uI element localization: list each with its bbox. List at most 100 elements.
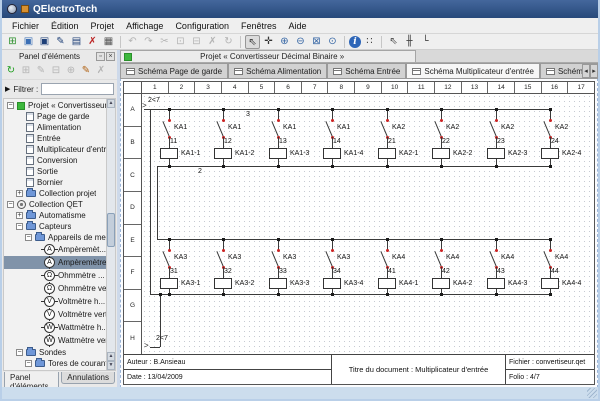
zoom-in-icon[interactable]: ⊕ bbox=[277, 35, 292, 49]
tree-item-tore-1-pole[interactable]: Tore 1 pôle bbox=[4, 369, 106, 370]
contact-ka2-23[interactable] bbox=[489, 121, 497, 137]
contact-ka3-31[interactable] bbox=[162, 251, 170, 267]
expander-icon[interactable]: − bbox=[7, 201, 14, 208]
menu-fichier[interactable]: Fichier bbox=[6, 20, 45, 32]
expander-icon[interactable]: − bbox=[25, 234, 32, 241]
tab-scroll-right-icon[interactable]: ▸ bbox=[590, 64, 598, 78]
tree-item-collection-projet[interactable]: +Collection projet bbox=[4, 188, 106, 199]
expander-icon[interactable]: + bbox=[16, 212, 23, 219]
grid-icon[interactable]: ∷ bbox=[362, 35, 377, 49]
contact-ka1-14[interactable] bbox=[325, 121, 333, 137]
contact-ka3-32[interactable] bbox=[216, 251, 224, 267]
terminal-ka1-4[interactable] bbox=[323, 148, 341, 159]
schema-tab-schema-multiplicateur-d-entree[interactable]: Schéma Multiplicateur d'entrée bbox=[406, 63, 540, 79]
tree-item-voltmetre-vertical[interactable]: VVoltmètre vertical bbox=[4, 308, 106, 321]
expander-icon[interactable]: − bbox=[16, 349, 23, 356]
info-icon[interactable]: i bbox=[349, 36, 361, 48]
tree-item-amperemet[interactable]: AAmpèremèt... bbox=[4, 243, 106, 256]
resize-grip[interactable] bbox=[587, 388, 597, 398]
pan-mode-icon[interactable]: ✛ bbox=[261, 35, 276, 49]
contact-ka2-22[interactable] bbox=[434, 121, 442, 137]
scroll-thumb[interactable] bbox=[107, 213, 115, 247]
contact-ka2-21[interactable] bbox=[380, 121, 388, 137]
expander-icon[interactable]: − bbox=[25, 360, 32, 367]
reload-panel-icon[interactable]: ↻ bbox=[4, 64, 18, 78]
tree-item-sondes[interactable]: −Sondes bbox=[4, 347, 106, 358]
tree-item-appareils-de-mesure[interactable]: −Appareils de mesure bbox=[4, 232, 106, 243]
tab-scroll-left-icon[interactable]: ◂ bbox=[582, 64, 590, 78]
contact-ka3-33[interactable] bbox=[271, 251, 279, 267]
save-as-icon[interactable]: ✎ bbox=[53, 35, 68, 49]
tree-item-voltmetre-h[interactable]: VVoltmètre h... bbox=[4, 295, 106, 308]
tree-item-sortie[interactable]: Sortie bbox=[4, 166, 106, 177]
folio-ref-bottom[interactable]: 2<7 bbox=[156, 335, 168, 342]
tree-item-alimentation[interactable]: Alimentation bbox=[4, 122, 106, 133]
expander-icon[interactable]: − bbox=[7, 102, 14, 109]
project-tab[interactable]: Projet « Convertisseur Décimal Binaire » bbox=[120, 50, 416, 62]
save-all-icon[interactable]: ▤ bbox=[69, 35, 84, 49]
terminal-ka1-2[interactable] bbox=[214, 148, 232, 159]
expander-icon[interactable]: − bbox=[16, 223, 23, 230]
menu-configuration[interactable]: Configuration bbox=[169, 20, 235, 32]
new-document-icon[interactable]: ⊞ bbox=[5, 35, 20, 49]
open-project-icon[interactable]: ▣ bbox=[21, 35, 36, 49]
menu-affichage[interactable]: Affichage bbox=[120, 20, 169, 32]
zoom-fit-icon[interactable]: ⊠ bbox=[309, 35, 324, 49]
tree-item-projet-convertisseur-deci[interactable]: −Projet « Convertisseur Déci... bbox=[4, 100, 106, 111]
conductor-number[interactable]: 2 bbox=[198, 168, 202, 175]
contact-ka3-34[interactable] bbox=[325, 251, 333, 267]
tree-item-entree[interactable]: Entrée bbox=[4, 133, 106, 144]
terminal-ka2-2[interactable] bbox=[432, 148, 450, 159]
tree-item-ohmmetre[interactable]: ΩOhmmètre ... bbox=[4, 269, 106, 282]
schema-tab-schema-page-de-garde[interactable]: Schéma Page de garde bbox=[120, 63, 228, 78]
contact-ka2-24[interactable] bbox=[543, 121, 551, 137]
terminal-ka4-4[interactable] bbox=[541, 278, 559, 289]
terminal-ka2-3[interactable] bbox=[487, 148, 505, 159]
panel-close-icon[interactable]: × bbox=[106, 52, 115, 61]
tree-item-wattmetre-ver[interactable]: WWattmètre ver... bbox=[4, 334, 106, 347]
tree-item-conversion[interactable]: Conversion bbox=[4, 155, 106, 166]
menu-fenetres[interactable]: Fenêtres bbox=[235, 20, 283, 32]
bottom-tab-annulations[interactable]: Annulations bbox=[61, 372, 115, 384]
corner-conductor-icon[interactable]: └ bbox=[418, 35, 433, 49]
tree-item-capteurs[interactable]: −Capteurs bbox=[4, 221, 106, 232]
contact-ka4-44[interactable] bbox=[543, 251, 551, 267]
scroll-up2-icon[interactable]: ▲ bbox=[107, 352, 115, 361]
scroll-up-icon[interactable]: ▲ bbox=[107, 99, 115, 108]
tree-item-automatisme[interactable]: +Automatisme bbox=[4, 210, 106, 221]
contact-ka1-13[interactable] bbox=[271, 121, 279, 137]
terminal-ka3-3[interactable] bbox=[269, 278, 287, 289]
tree-scrollbar[interactable]: ▲ ▲ ▼ bbox=[106, 99, 115, 370]
add-conductor-icon[interactable]: ╫ bbox=[402, 35, 417, 49]
menu-projet[interactable]: Projet bbox=[85, 20, 121, 32]
schema-tab-schema-alimentation[interactable]: Schéma Alimentation bbox=[228, 63, 327, 78]
diagram-canvas[interactable]: 1234567891011121314151617 ABCDEFGH >2<7>… bbox=[120, 79, 598, 387]
terminal-ka4-2[interactable] bbox=[432, 278, 450, 289]
contact-ka4-41[interactable] bbox=[380, 251, 388, 267]
tree-item-page-de-garde[interactable]: Page de garde bbox=[4, 111, 106, 122]
folio-ref-top[interactable]: 2<7 bbox=[148, 97, 160, 104]
expander-icon[interactable]: + bbox=[16, 190, 23, 197]
save-icon[interactable]: ▣ bbox=[37, 35, 52, 49]
tree-item-bornier[interactable]: Bornier bbox=[4, 177, 106, 188]
panel-float-icon[interactable]: ▫ bbox=[96, 52, 105, 61]
tree-item-collection-qet[interactable]: −Collection QET bbox=[4, 199, 106, 210]
terminal-ka1-1[interactable] bbox=[160, 148, 178, 159]
terminal-ka2-4[interactable] bbox=[541, 148, 559, 159]
terminal-ka3-1[interactable] bbox=[160, 278, 178, 289]
select-arrow-icon[interactable]: ⇖ bbox=[386, 35, 401, 49]
filter-arrow-icon[interactable]: ▶ bbox=[5, 85, 10, 93]
tree-item-multiplicateur-d-entree[interactable]: Multiplicateur d'entrée bbox=[4, 144, 106, 155]
contact-ka1-11[interactable] bbox=[162, 121, 170, 137]
zoom-reset-icon[interactable]: ⊙ bbox=[325, 35, 340, 49]
close-file-icon[interactable]: ✗ bbox=[85, 35, 100, 49]
menu-aide[interactable]: Aide bbox=[283, 20, 313, 32]
tree-item-ohmmetre-vert[interactable]: ΩOhmmètre vert... bbox=[4, 282, 106, 295]
filter-input[interactable] bbox=[41, 83, 114, 95]
terminal-ka4-1[interactable] bbox=[378, 278, 396, 289]
contact-ka4-43[interactable] bbox=[489, 251, 497, 267]
schema-tab-schema-entree[interactable]: Schéma Entrée bbox=[327, 63, 406, 78]
terminal-ka3-4[interactable] bbox=[323, 278, 341, 289]
scroll-down-icon[interactable]: ▼ bbox=[107, 361, 115, 370]
terminal-ka2-1[interactable] bbox=[378, 148, 396, 159]
